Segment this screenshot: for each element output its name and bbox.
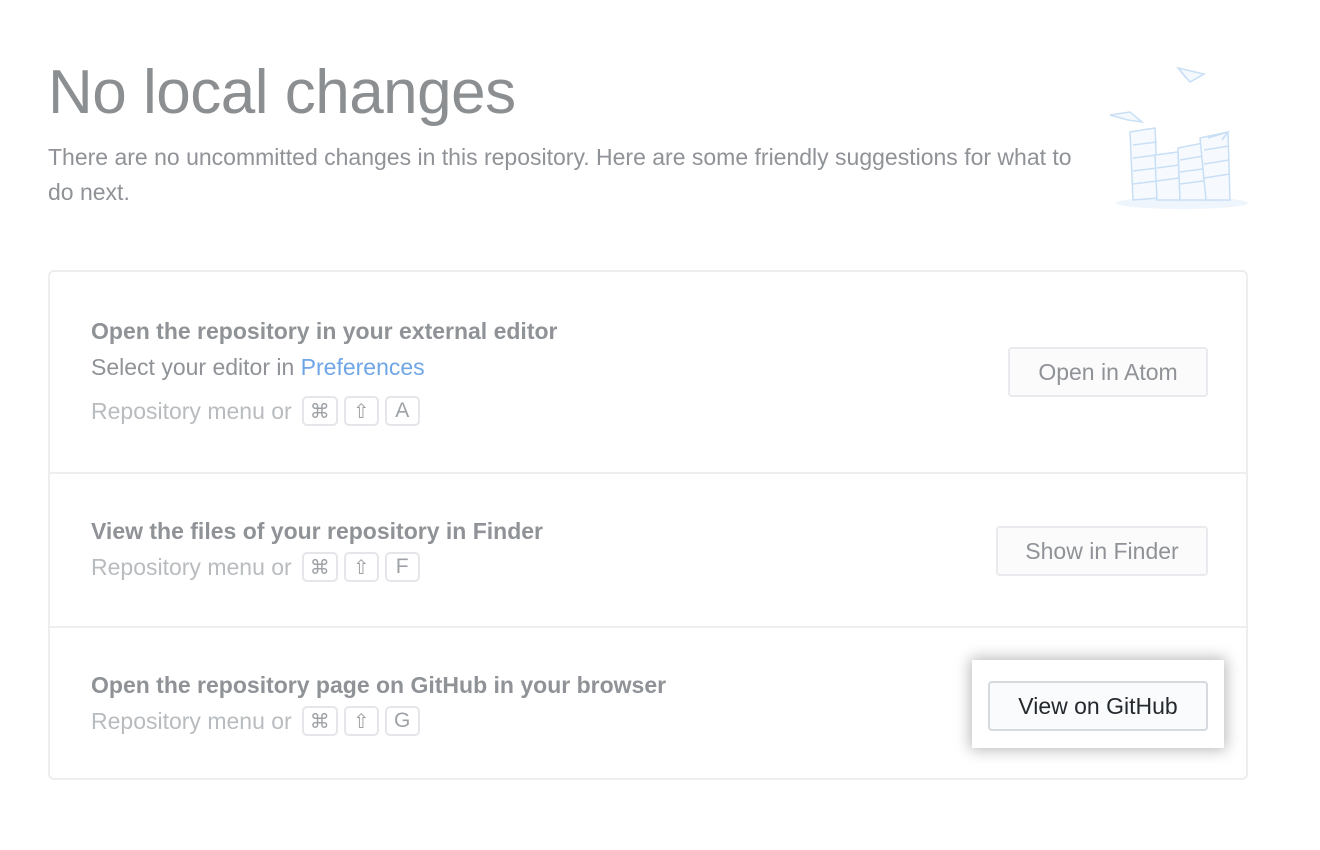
suggestion-description: Select your editor in Preferences bbox=[91, 354, 425, 381]
page-subtitle: There are no uncommitted changes in this… bbox=[48, 144, 1072, 205]
command-key-icon: ⌘ bbox=[301, 552, 338, 582]
letter-key: F bbox=[384, 552, 420, 582]
letter-key: A bbox=[384, 396, 420, 426]
suggestion-title: Open the repository in your external edi… bbox=[91, 318, 558, 344]
shift-key-icon: ⇧ bbox=[343, 706, 379, 736]
suggestion-title: Open the repository page on GitHub in yo… bbox=[91, 672, 667, 698]
shift-key-icon: ⇧ bbox=[343, 552, 379, 582]
shortcut-label: Repository menu or bbox=[91, 553, 292, 580]
keyboard-shortcut: Repository menu or ⌘ ⇧ A bbox=[91, 396, 420, 426]
shift-key-icon: ⇧ bbox=[343, 396, 379, 426]
preferences-link[interactable]: Preferences bbox=[301, 354, 425, 380]
suggestions-panel: Open the repository in your external edi… bbox=[48, 270, 1248, 780]
open-in-atom-button[interactable]: Open in Atom bbox=[1008, 347, 1208, 397]
view-on-github-button[interactable]: View on GitHub bbox=[988, 681, 1208, 731]
suggestion-title: View the files of your repository in Fin… bbox=[91, 518, 543, 544]
keyboard-shortcut: Repository menu or ⌘ ⇧ F bbox=[91, 552, 420, 582]
suggestion-show-in-finder: View the files of your repository in Fin… bbox=[50, 472, 1246, 626]
no-local-changes-view: No local changes There are no uncommitte… bbox=[0, 0, 1320, 850]
show-in-finder-button[interactable]: Show in Finder bbox=[996, 526, 1208, 576]
page-title: No local changes bbox=[48, 58, 516, 127]
highlight-callout: View on GitHub bbox=[972, 660, 1224, 748]
suggestion-open-editor: Open the repository in your external edi… bbox=[50, 272, 1246, 472]
command-key-icon: ⌘ bbox=[301, 706, 338, 736]
description-text: Select your editor in bbox=[91, 354, 301, 380]
keyboard-shortcut: Repository menu or ⌘ ⇧ G bbox=[91, 706, 420, 736]
suggestion-view-on-github: Open the repository page on GitHub in yo… bbox=[50, 626, 1246, 780]
paper-stacks-illustration bbox=[1100, 60, 1260, 215]
shortcut-label: Repository menu or bbox=[91, 397, 292, 424]
letter-key: G bbox=[384, 706, 420, 736]
command-key-icon: ⌘ bbox=[301, 396, 338, 426]
shortcut-label: Repository menu or bbox=[91, 707, 292, 734]
